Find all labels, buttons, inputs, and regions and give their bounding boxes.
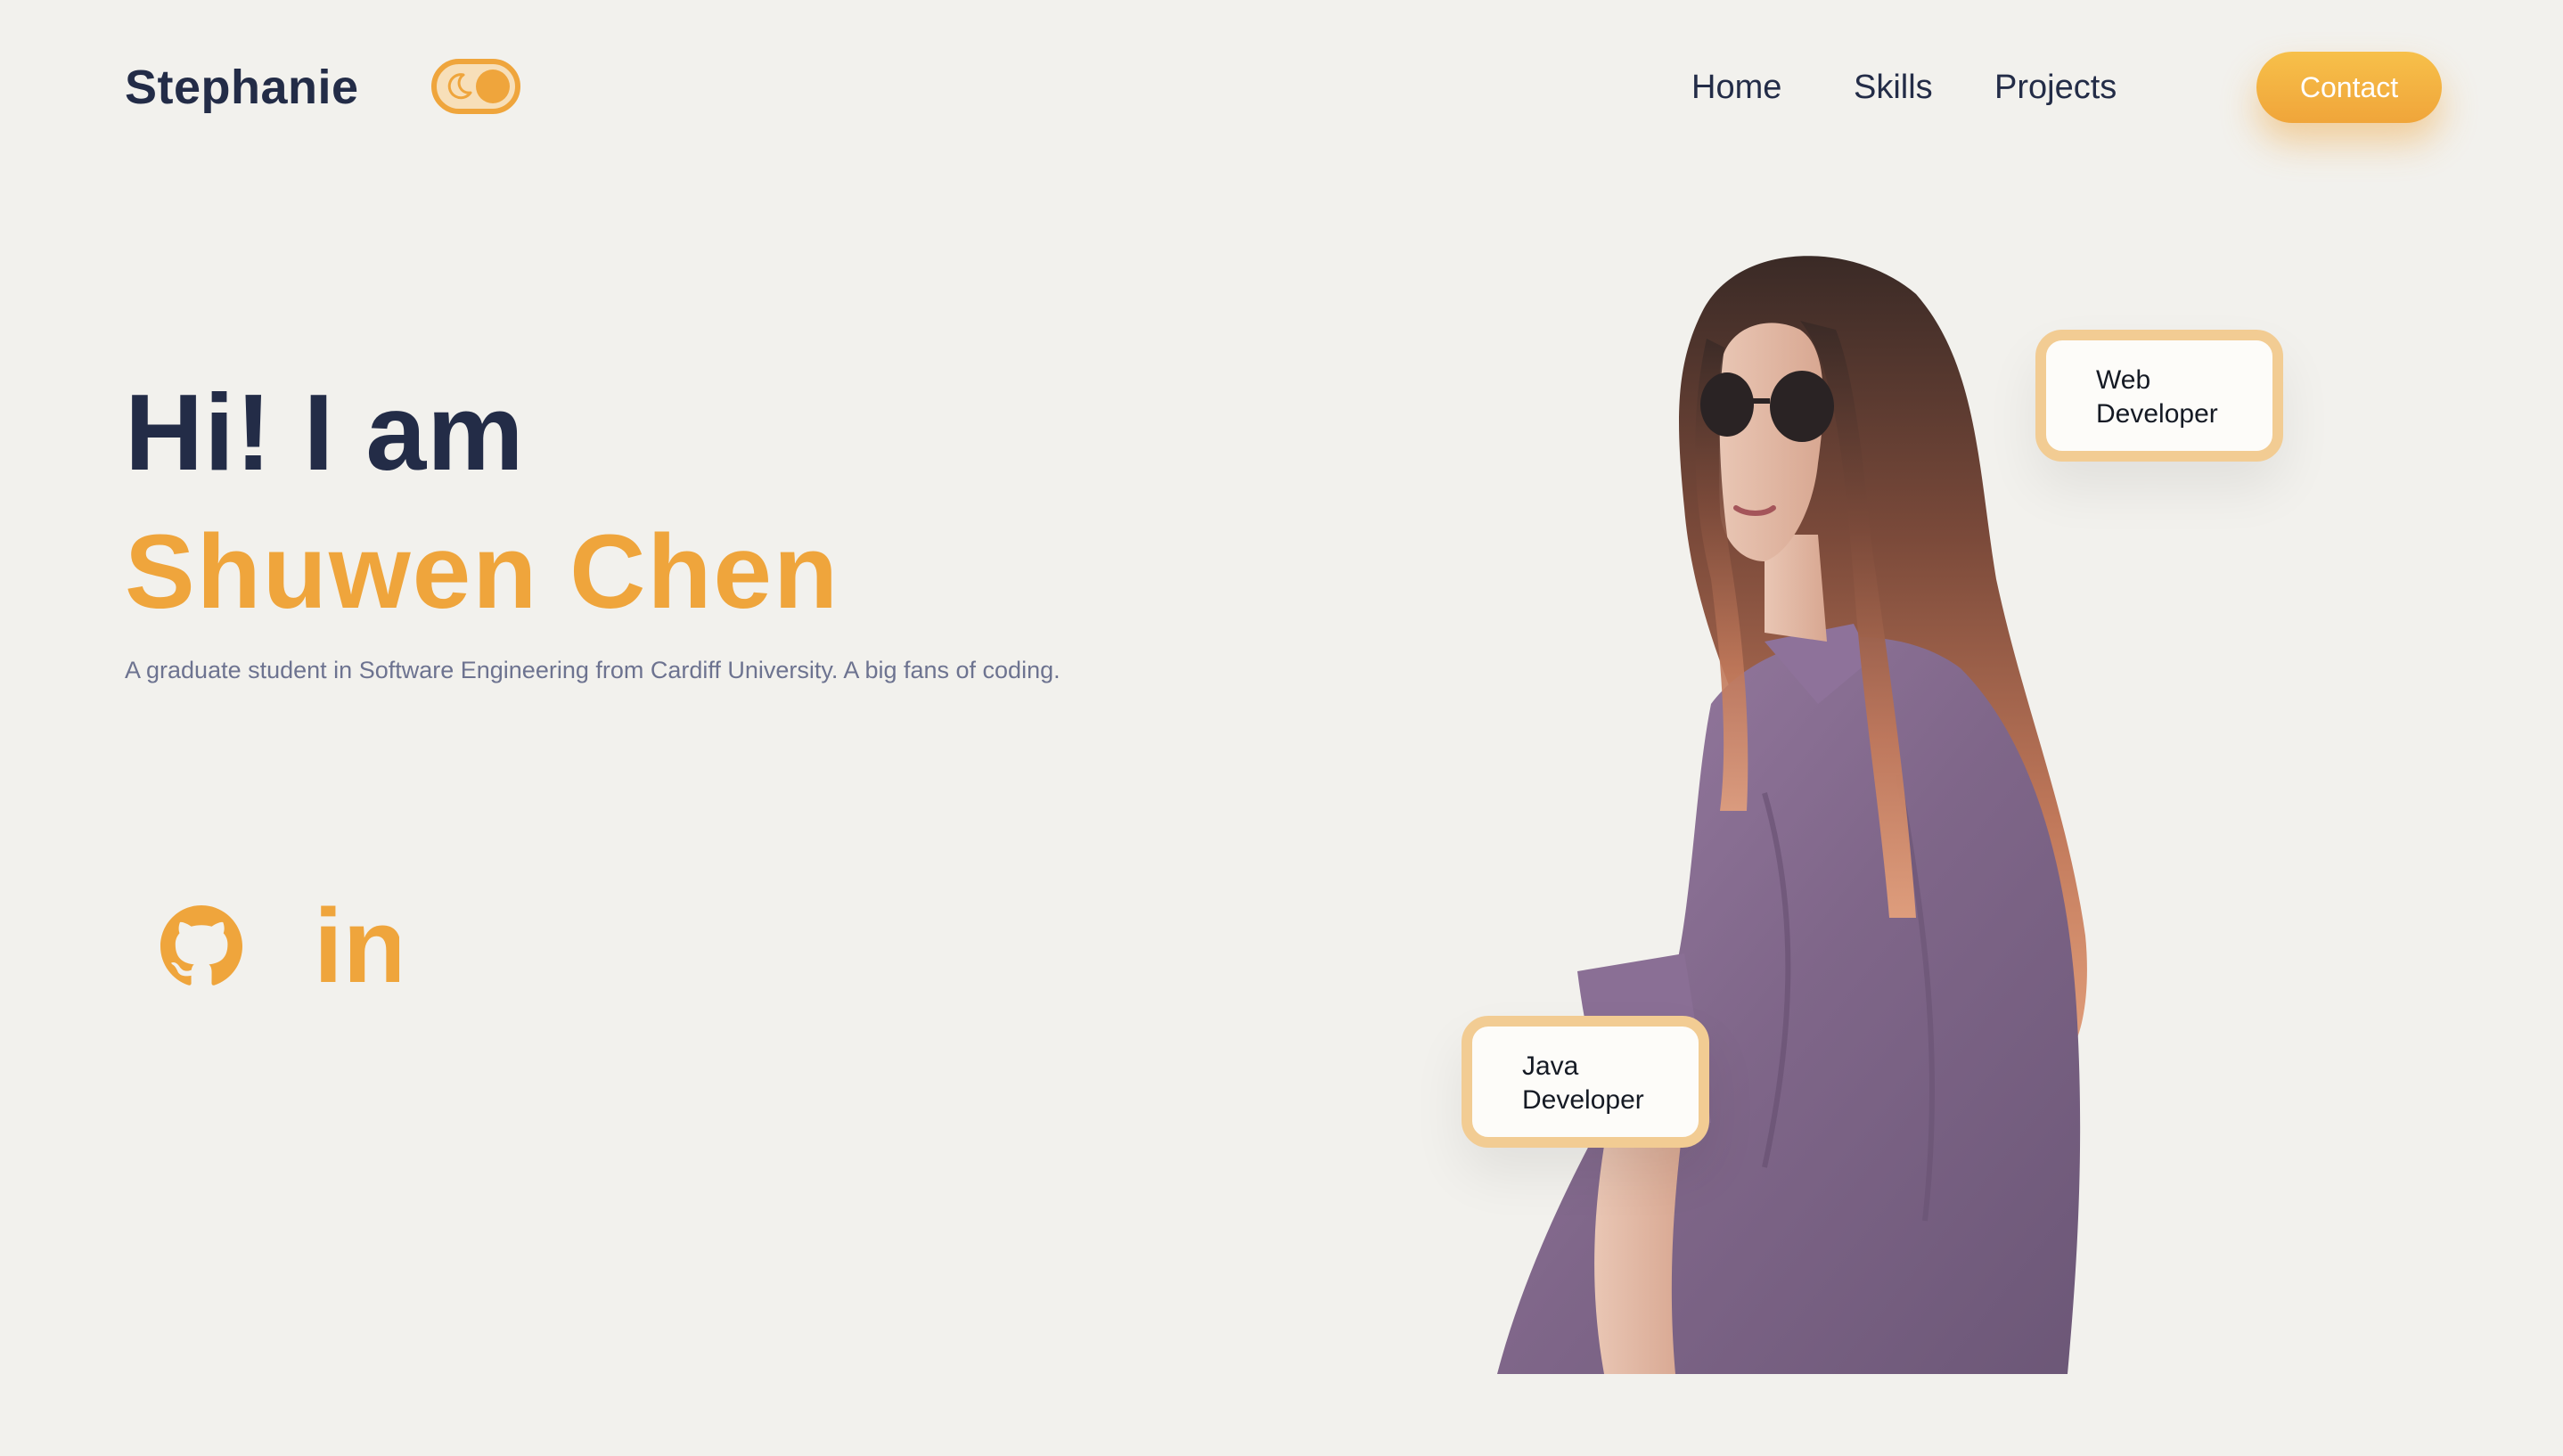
toggle-knob bbox=[476, 70, 510, 103]
profile-photo bbox=[1497, 256, 2087, 1374]
linkedin-icon[interactable]: in bbox=[314, 904, 399, 989]
hero-subtitle: A graduate student in Software Engineeri… bbox=[125, 657, 1060, 683]
portfolio-page: Stephanie Home Skills Projects Contact H… bbox=[0, 0, 2563, 1456]
hero-name: Shuwen Chen bbox=[125, 513, 840, 631]
nav-home[interactable]: Home bbox=[1691, 62, 1781, 112]
github-icon[interactable] bbox=[160, 905, 242, 987]
theme-toggle[interactable] bbox=[431, 59, 520, 114]
badge-web-developer: Web Developer bbox=[2035, 330, 2283, 462]
moon-icon bbox=[447, 73, 472, 100]
badge-web-line1: Web bbox=[2096, 365, 2151, 395]
linkedin-text: in bbox=[314, 904, 399, 989]
badge-java-line1: Java bbox=[1522, 1051, 1579, 1081]
badge-java-line2: Developer bbox=[1522, 1085, 1644, 1115]
nav-skills[interactable]: Skills bbox=[1854, 62, 1933, 112]
hero-greeting: Hi! I am bbox=[125, 372, 525, 493]
contact-button[interactable]: Contact bbox=[2256, 52, 2442, 123]
nav-projects[interactable]: Projects bbox=[1994, 62, 2117, 112]
badge-java-developer: Java Developer bbox=[1462, 1016, 1709, 1148]
site-logo[interactable]: Stephanie bbox=[125, 55, 359, 119]
badge-web-line2: Developer bbox=[2096, 399, 2218, 429]
